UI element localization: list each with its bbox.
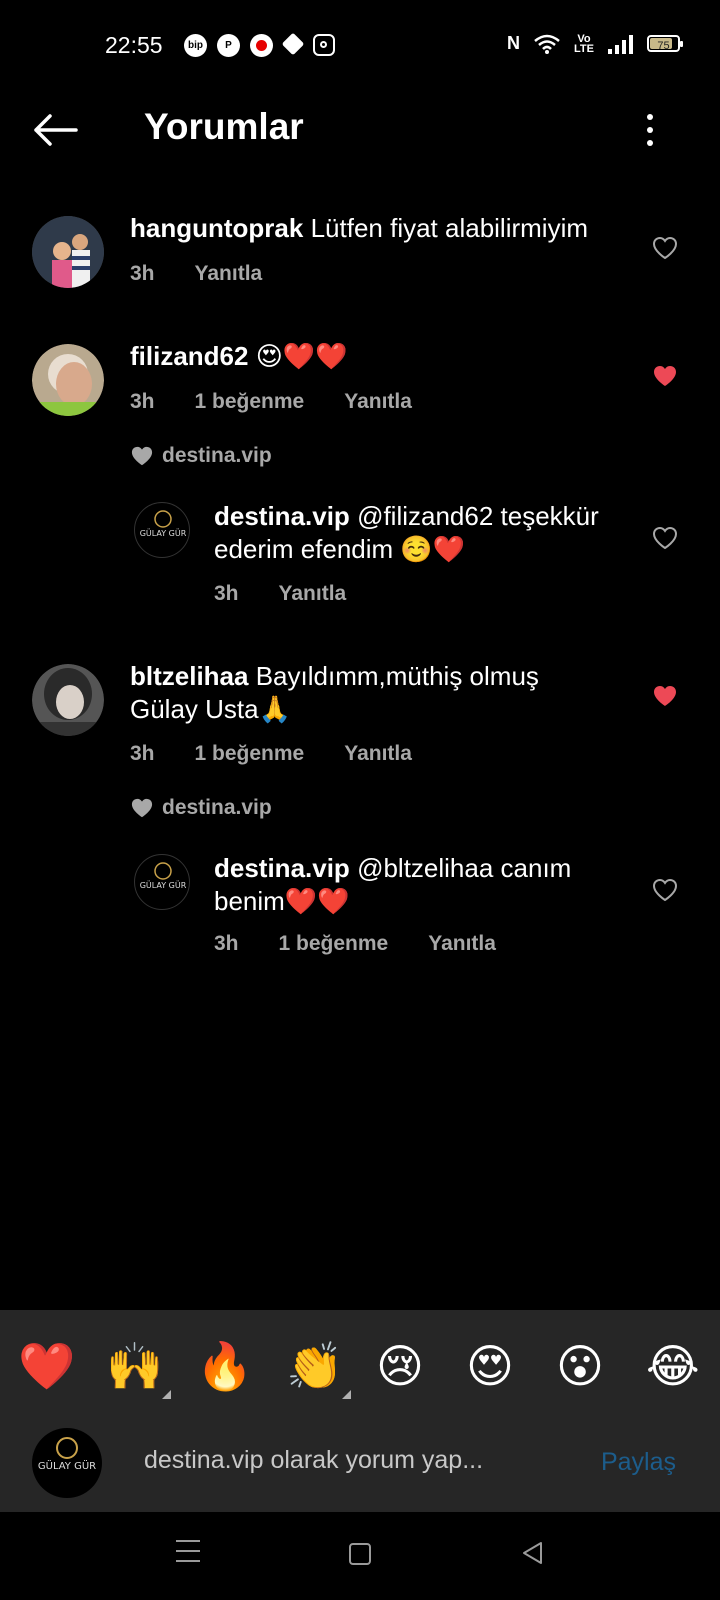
small-heart-icon: [131, 446, 153, 466]
liked-heart-icon[interactable]: [652, 364, 678, 388]
emoji-heart-eyes[interactable]: 😍: [466, 1338, 514, 1394]
box-icon: [281, 32, 305, 56]
vodafone-icon: [250, 34, 273, 57]
more-options-icon[interactable]: [640, 110, 660, 154]
comment-input[interactable]: destina.vip olarak yorum yap...: [144, 1446, 483, 1475]
logo-text: GÜLAY GÜR: [140, 880, 187, 890]
nfc-icon: N: [507, 33, 520, 53]
system-nav-bar: [0, 1512, 720, 1600]
comment-username[interactable]: filizand62: [130, 341, 248, 371]
liked-by-username: destina.vip: [162, 444, 272, 467]
comment-body: 😍❤️❤️: [255, 341, 348, 371]
emoji-crying[interactable]: 😢: [376, 1338, 424, 1394]
reply-button[interactable]: Yanıtla: [428, 932, 496, 956]
logo-text: GÜLAY GÜR: [140, 528, 187, 538]
comment-time: 3h: [130, 390, 155, 413]
logo-text: GÜLAY GÜR: [38, 1459, 96, 1472]
reply-body-line1: @filizand62 teşekkür: [357, 501, 599, 531]
pinterest-icon: P: [217, 34, 240, 57]
home-square-icon[interactable]: [349, 1543, 371, 1565]
reply-body-line2: ederim efendim ☺️❤️: [214, 534, 466, 564]
like-heart-icon[interactable]: [652, 236, 678, 260]
share-button[interactable]: Paylaş: [601, 1448, 676, 1477]
comment-meta: 3h Yanıtla: [214, 582, 386, 606]
comment-meta: 3h 1 beğenme Yanıtla: [214, 932, 536, 956]
comment-meta: 3h 1 beğenme Yanıtla: [130, 742, 452, 766]
battery-level: 75: [657, 40, 670, 52]
quick-emoji-bar: ❤️ 🙌 🔥 👏 😢 😍 😮 😂: [0, 1310, 720, 1414]
comment-likes[interactable]: 1 beğenme: [195, 742, 305, 766]
liked-by-username: destina.vip: [162, 796, 272, 819]
emoji-heart[interactable]: ❤️: [18, 1338, 75, 1394]
reply-button[interactable]: Yanıtla: [195, 262, 263, 286]
status-time: 22:55: [105, 32, 163, 58]
wifi-icon: [534, 34, 560, 54]
small-heart-icon: [131, 798, 153, 818]
comment-username[interactable]: destina.vip: [214, 501, 350, 531]
reply-button[interactable]: Yanıtla: [344, 390, 412, 414]
skin-tone-indicator: [342, 1390, 351, 1399]
app-header: Yorumlar: [0, 92, 720, 172]
instagram-icon: [313, 34, 335, 56]
page-title: Yorumlar: [144, 106, 304, 147]
reply-text: destina.vip @filizand62 teşekkür ederim …: [214, 500, 599, 566]
comment-username[interactable]: destina.vip: [214, 853, 350, 883]
volte-icon: Vo LTE: [574, 32, 594, 55]
comment-time: 3h: [214, 582, 239, 605]
reply-button[interactable]: Yanıtla: [344, 742, 412, 766]
comment-text: hanguntoprak Lütfen fiyat alabilirmiyim: [130, 212, 588, 245]
like-heart-icon[interactable]: [652, 526, 678, 550]
liked-heart-icon[interactable]: [652, 684, 678, 708]
comment-meta: 3h 1 beğenme Yanıtla: [130, 390, 452, 414]
reply-body-line2: benim❤️❤️: [214, 886, 350, 916]
battery-icon: 75: [647, 35, 683, 52]
emoji-surprised[interactable]: 😮: [556, 1338, 604, 1394]
comment-composer: GÜLAY GÜR destina.vip olarak yorum yap..…: [0, 1414, 720, 1512]
signal-icon: [608, 34, 633, 54]
author-liked-indicator: destina.vip: [130, 444, 272, 468]
comment-likes[interactable]: 1 beğenme: [195, 390, 305, 414]
comment-time: 3h: [214, 932, 239, 955]
comment-username[interactable]: hanguntoprak: [130, 213, 303, 243]
comment-time: 3h: [130, 262, 155, 285]
notification-icons: bip P: [184, 32, 335, 57]
recents-menu-icon[interactable]: [176, 1540, 200, 1570]
avatar: GÜLAY GÜR: [32, 1428, 102, 1498]
emoji-fire[interactable]: 🔥: [196, 1338, 253, 1394]
author-liked-indicator: destina.vip: [130, 796, 272, 820]
comment-body: Lütfen fiyat alabilirmiyim: [310, 213, 589, 243]
emoji-laughing[interactable]: 😂: [646, 1338, 700, 1394]
avatar[interactable]: [32, 664, 104, 736]
reply-button[interactable]: Yanıtla: [279, 582, 347, 606]
back-triangle-icon[interactable]: [520, 1540, 544, 1566]
emoji-raising-hands[interactable]: 🙌: [106, 1338, 163, 1394]
comment-username[interactable]: bltzelihaa: [130, 661, 248, 691]
comment-body-line1: Bayıldımm,müthiş olmuş: [255, 661, 539, 691]
avatar[interactable]: GÜLAY GÜR: [134, 854, 190, 910]
like-heart-icon[interactable]: [652, 878, 678, 902]
comment-text: filizand62 😍❤️❤️: [130, 340, 348, 373]
reply-text: destina.vip @bltzelihaa canım benim❤️❤️: [214, 852, 571, 918]
status-bar: 22:55 bip P N Vo LTE 75: [0, 0, 720, 92]
avatar[interactable]: [32, 344, 104, 416]
bip-icon: bip: [184, 34, 207, 57]
back-arrow-icon[interactable]: [30, 110, 80, 150]
comment-time: 3h: [130, 742, 155, 765]
comment-body-line2: Gülay Usta🙏: [130, 694, 291, 724]
system-icons: N Vo LTE 75: [507, 32, 683, 55]
comment-meta: 3h Yanıtla: [130, 262, 302, 286]
comment-text: bltzelihaa Bayıldımm,müthiş olmuş Gülay …: [130, 660, 539, 726]
emoji-clapping[interactable]: 👏: [286, 1338, 343, 1394]
reply-body-line1: @bltzelihaa canım: [357, 853, 572, 883]
comment-likes[interactable]: 1 beğenme: [279, 932, 389, 956]
avatar[interactable]: GÜLAY GÜR: [134, 502, 190, 558]
avatar[interactable]: [32, 216, 104, 288]
skin-tone-indicator: [162, 1390, 171, 1399]
